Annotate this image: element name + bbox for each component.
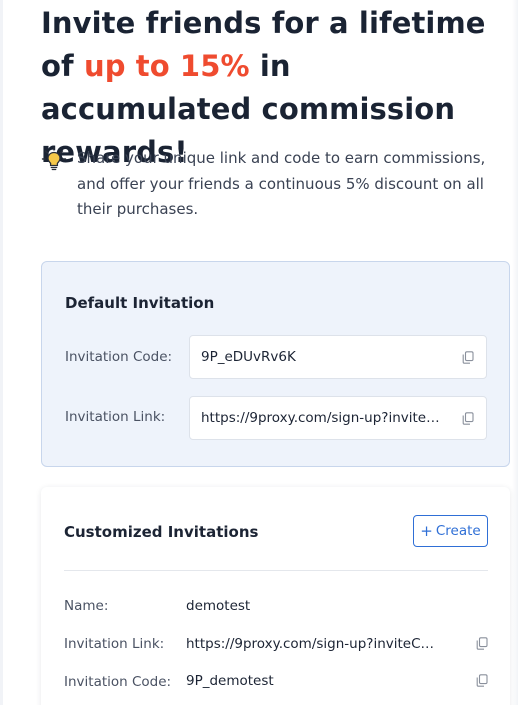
create-button-label: Create bbox=[435, 523, 481, 539]
invitation-link-label: Invitation Link: bbox=[64, 636, 165, 652]
invitation-code-field[interactable]: 9P_eDUvRv6K bbox=[189, 335, 487, 379]
copy-icon[interactable] bbox=[462, 351, 474, 364]
plus-icon: + bbox=[420, 522, 433, 540]
invitation-code-value: 9P_eDUvRv6K bbox=[201, 349, 296, 365]
page-left-edge bbox=[0, 0, 3, 705]
invitation-code-label: Invitation Code: bbox=[65, 349, 173, 365]
customized-invitations-heading: Customized Invitations bbox=[64, 523, 259, 541]
copy-icon[interactable] bbox=[476, 637, 488, 650]
page-right-edge bbox=[512, 0, 518, 705]
invitation-link-field[interactable]: https://9proxy.com/sign-up?invite… bbox=[189, 396, 487, 440]
default-invitation-card: Default Invitation Invitation Code: 9P_e… bbox=[41, 261, 510, 467]
copy-icon[interactable] bbox=[462, 412, 474, 425]
invitation-link-value: https://9proxy.com/sign-up?inviteC… bbox=[186, 636, 435, 652]
invitation-link-value: https://9proxy.com/sign-up?invite… bbox=[201, 410, 440, 426]
name-label: Name: bbox=[64, 598, 109, 614]
create-button[interactable]: + Create bbox=[413, 515, 488, 547]
invitation-code-label: Invitation Code: bbox=[64, 674, 172, 690]
invitation-code-value: 9P_demotest bbox=[186, 673, 274, 689]
tip-text: Share your unique link and code to earn … bbox=[77, 149, 486, 218]
invitation-link-label: Invitation Link: bbox=[65, 409, 166, 425]
hero-title-accent: up to 15% bbox=[83, 49, 250, 83]
divider bbox=[64, 570, 488, 571]
tip-callout: Share your unique link and code to earn … bbox=[41, 146, 511, 223]
customized-invitations-card: Customized Invitations + Create Name: de… bbox=[41, 487, 510, 705]
lightbulb-icon bbox=[41, 146, 67, 171]
name-value: demotest bbox=[186, 598, 251, 614]
default-invitation-heading: Default Invitation bbox=[65, 294, 215, 312]
copy-icon[interactable] bbox=[476, 674, 488, 687]
